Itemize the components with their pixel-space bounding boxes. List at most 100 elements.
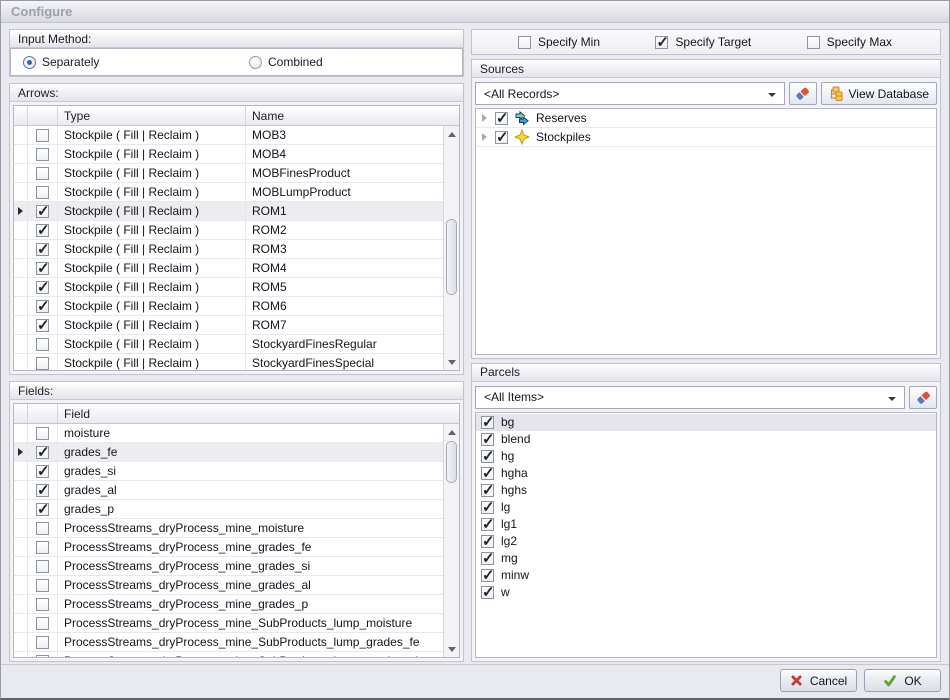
row-checkbox[interactable] — [36, 186, 49, 199]
row-checkbox[interactable] — [36, 300, 49, 313]
parcel-checkbox[interactable] — [481, 518, 494, 531]
row-checkbox[interactable] — [36, 224, 49, 237]
row-checkbox[interactable] — [36, 560, 49, 573]
fields-table-row[interactable]: grades_al — [14, 481, 443, 500]
arrows-table-row[interactable]: Stockpile ( Fill | Reclaim ) ROM5 — [14, 278, 443, 297]
fields-table-row[interactable]: ProcessStreams_dryProcess_mine_grades_al — [14, 576, 443, 595]
row-checkbox[interactable] — [36, 262, 49, 275]
fields-table-row[interactable]: ProcessStreams_dryProcess_mine_grades_si — [14, 557, 443, 576]
fields-scrollbar[interactable] — [443, 424, 459, 657]
row-checkbox[interactable] — [36, 357, 49, 370]
scroll-down-icon[interactable] — [444, 354, 459, 370]
scrollbar-thumb[interactable] — [446, 219, 457, 295]
tree-node-checkbox[interactable] — [495, 112, 508, 125]
expand-arrow-icon[interactable] — [482, 133, 487, 141]
specify-target-checkbox[interactable] — [655, 36, 668, 49]
arrows-table-row[interactable]: Stockpile ( Fill | Reclaim ) StockyardFi… — [14, 335, 443, 354]
parcel-item[interactable]: hg — [476, 448, 936, 465]
row-checkbox[interactable] — [36, 465, 49, 478]
parcel-item[interactable]: lg1 — [476, 516, 936, 533]
parcel-item[interactable]: w — [476, 584, 936, 601]
row-checkbox[interactable] — [36, 243, 49, 256]
tree-node[interactable]: Stockpiles — [476, 128, 936, 147]
arrows-table-row[interactable]: Stockpile ( Fill | Reclaim ) StockyardFi… — [14, 354, 443, 370]
fields-table-row[interactable]: ProcessStreams_dryProcess_mine_SubProduc… — [14, 614, 443, 633]
arrows-table-row[interactable]: Stockpile ( Fill | Reclaim ) MOB4 — [14, 145, 443, 164]
arrows-table-row[interactable]: Stockpile ( Fill | Reclaim ) MOB3 — [14, 126, 443, 145]
parcel-item[interactable]: blend — [476, 431, 936, 448]
expand-arrow-icon[interactable] — [482, 114, 487, 122]
specify-max[interactable]: Specify Max — [807, 35, 892, 49]
parcel-checkbox[interactable] — [481, 501, 494, 514]
sources-filter-combo[interactable]: <All Records> — [475, 82, 785, 105]
row-checkbox[interactable] — [36, 427, 49, 440]
row-checkbox[interactable] — [36, 598, 49, 611]
arrows-table-row[interactable]: Stockpile ( Fill | Reclaim ) ROM2 — [14, 221, 443, 240]
arrows-scrollbar[interactable] — [443, 126, 459, 370]
row-checkbox[interactable] — [36, 319, 49, 332]
row-checkbox[interactable] — [36, 205, 49, 218]
arrows-table-row[interactable]: Stockpile ( Fill | Reclaim ) ROM3 — [14, 240, 443, 259]
parcels-filter-combo[interactable]: <All Items> — [475, 386, 905, 409]
parcel-checkbox[interactable] — [481, 450, 494, 463]
row-checkbox[interactable] — [36, 148, 49, 161]
row-checkbox[interactable] — [36, 446, 49, 459]
arrows-table-row[interactable]: Stockpile ( Fill | Reclaim ) ROM7 — [14, 316, 443, 335]
fields-table-row[interactable]: ProcessStreams_dryProcess_mine_grades_fe — [14, 538, 443, 557]
radio-combined[interactable]: Combined — [249, 55, 323, 69]
parcel-checkbox[interactable] — [481, 569, 494, 582]
row-checkbox[interactable] — [36, 541, 49, 554]
row-checkbox[interactable] — [36, 281, 49, 294]
specify-max-checkbox[interactable] — [807, 36, 820, 49]
parcel-checkbox[interactable] — [481, 586, 494, 599]
specify-target[interactable]: Specify Target — [655, 35, 751, 49]
arrows-table-row[interactable]: Stockpile ( Fill | Reclaim ) MOBLumpProd… — [14, 183, 443, 202]
scroll-down-icon[interactable] — [444, 641, 459, 657]
fields-field-header[interactable]: Field — [58, 404, 459, 423]
row-checkbox[interactable] — [36, 617, 49, 630]
row-checkbox[interactable] — [36, 484, 49, 497]
parcel-checkbox[interactable] — [481, 535, 494, 548]
parcel-item[interactable]: hgha — [476, 465, 936, 482]
row-checkbox[interactable] — [36, 636, 49, 649]
row-checkbox[interactable] — [36, 167, 49, 180]
cancel-button[interactable]: Cancel — [780, 669, 857, 692]
fields-table-row[interactable]: grades_si — [14, 462, 443, 481]
parcel-item[interactable]: bg — [476, 414, 936, 431]
row-checkbox[interactable] — [36, 579, 49, 592]
scroll-up-icon[interactable] — [444, 424, 459, 440]
parcel-checkbox[interactable] — [481, 433, 494, 446]
row-checkbox[interactable] — [36, 129, 49, 142]
radio-combined-circle[interactable] — [249, 56, 262, 69]
arrows-table-row[interactable]: Stockpile ( Fill | Reclaim ) ROM4 — [14, 259, 443, 278]
fields-table-row[interactable]: ProcessStreams_dryProcess_mine_grades_p — [14, 595, 443, 614]
scrollbar-thumb[interactable] — [446, 441, 457, 483]
parcel-checkbox[interactable] — [481, 416, 494, 429]
radio-separately-circle[interactable] — [23, 56, 36, 69]
specify-min-checkbox[interactable] — [518, 36, 531, 49]
sources-clear-filter-button[interactable] — [789, 82, 817, 105]
arrows-table-row[interactable]: Stockpile ( Fill | Reclaim ) ROM1 — [14, 202, 443, 221]
arrows-type-header[interactable]: Type — [58, 106, 246, 125]
view-database-button[interactable]: View Database — [821, 82, 938, 105]
parcel-item[interactable]: lg2 — [476, 533, 936, 550]
fields-table-row[interactable]: ProcessStreams_dryProcess_mine_SubProduc… — [14, 633, 443, 652]
parcel-checkbox[interactable] — [481, 552, 494, 565]
fields-table-row[interactable]: grades_p — [14, 500, 443, 519]
arrows-table-row[interactable]: Stockpile ( Fill | Reclaim ) ROM6 — [14, 297, 443, 316]
arrows-table-row[interactable]: Stockpile ( Fill | Reclaim ) MOBFinesPro… — [14, 164, 443, 183]
parcel-item[interactable]: mg — [476, 550, 936, 567]
row-checkbox[interactable] — [36, 522, 49, 535]
parcel-item[interactable]: minw — [476, 567, 936, 584]
fields-table-row[interactable]: grades_fe — [14, 443, 443, 462]
parcel-item[interactable]: hghs — [476, 482, 936, 499]
parcel-checkbox[interactable] — [481, 467, 494, 480]
specify-min[interactable]: Specify Min — [518, 35, 600, 49]
row-checkbox[interactable] — [36, 655, 49, 658]
arrows-name-header[interactable]: Name — [246, 106, 459, 125]
fields-table-row[interactable]: moisture — [14, 424, 443, 443]
fields-table-row[interactable]: ProcessStreams_dryProcess_mine_SubProduc… — [14, 652, 443, 657]
row-checkbox[interactable] — [36, 338, 49, 351]
ok-button[interactable]: OK — [864, 669, 941, 692]
tree-node[interactable]: Reserves — [476, 109, 936, 128]
